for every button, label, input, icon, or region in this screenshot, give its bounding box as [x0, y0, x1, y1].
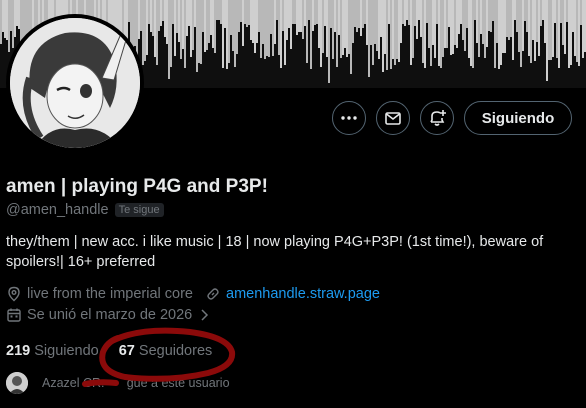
profile-avatar[interactable]: [6, 14, 144, 152]
followers-stat[interactable]: 67 Seguidores: [119, 343, 213, 359]
more-icon: [341, 116, 357, 120]
handle-row: @amen_handle Te sigue: [6, 202, 164, 218]
more-options-button[interactable]: [332, 101, 366, 135]
display-name: amen | playing P4G and P3P!: [6, 176, 268, 197]
follower-avatar: [6, 372, 28, 394]
bell-plus-icon: [430, 110, 446, 126]
chevron-right-icon[interactable]: [196, 307, 212, 323]
website-link[interactable]: amenhandle.straw.page: [226, 286, 380, 302]
joined-date: Se unió el marzo de 2026: [27, 307, 193, 323]
bio: they/them | new acc. i like music | 18 |…: [6, 234, 544, 270]
following-label: Siguiendo: [34, 343, 99, 359]
meta-row-location: live from the imperial core amenhandle.s…: [6, 286, 380, 302]
following-stat[interactable]: 219 Siguiendo: [6, 343, 99, 359]
follows-you-badge: Te sigue: [114, 203, 164, 217]
followed-by-row[interactable]: Azazel CR:- gue a este usuario: [6, 372, 230, 394]
following-count: 219: [6, 343, 31, 359]
follow-stats: 219 Siguiendo 67 Seguidores: [6, 343, 212, 359]
avatar-illustration: [10, 18, 140, 148]
followers-label: Seguidores: [138, 343, 213, 359]
followers-count: 67: [118, 343, 135, 359]
message-button[interactable]: [376, 101, 410, 135]
envelope-icon: [385, 112, 401, 125]
notifications-button[interactable]: [420, 101, 454, 135]
link-icon: [205, 286, 221, 302]
following-button[interactable]: Siguiendo: [464, 101, 572, 135]
followed-by-suffix: gue a este usuario: [126, 376, 230, 390]
location-text: live from the imperial core: [27, 286, 193, 302]
followed-by-name: Azazel CR:-: [42, 376, 109, 390]
meta-row-joined: Se unió el marzo de 2026: [6, 307, 217, 323]
handle: @amen_handle: [6, 202, 109, 218]
location-pin-icon: [6, 286, 22, 302]
calendar-icon: [6, 307, 22, 323]
